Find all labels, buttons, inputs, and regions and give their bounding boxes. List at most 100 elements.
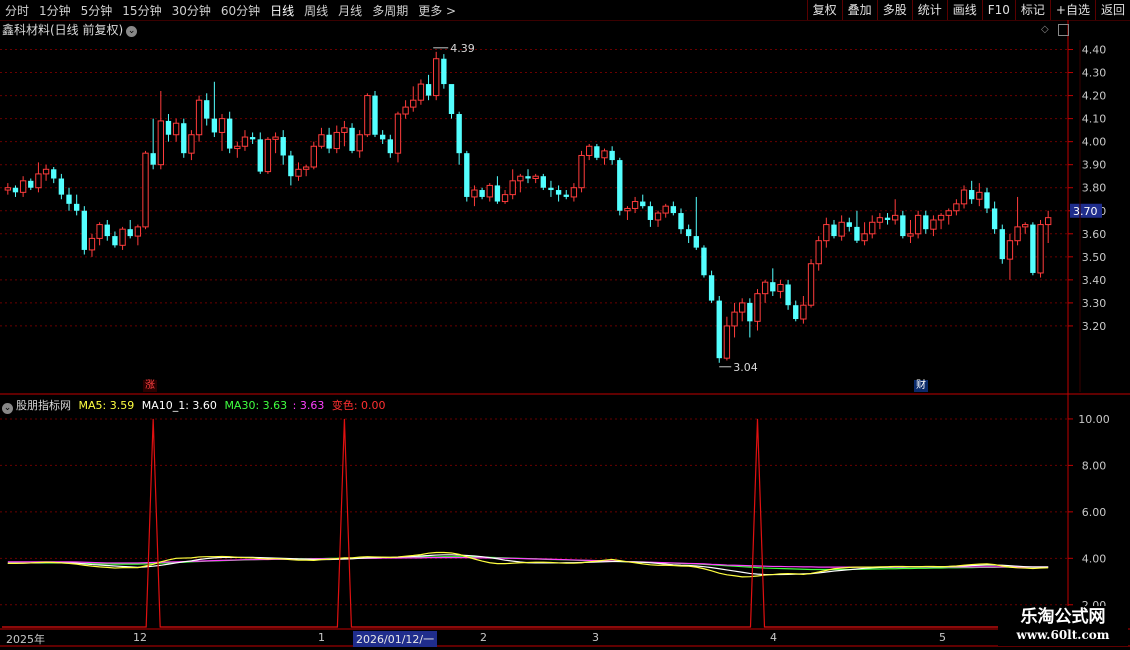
indicator-tick-label: 10.00 <box>1078 413 1110 426</box>
candle-body <box>257 139 263 172</box>
ma30-line <box>7 556 1049 571</box>
candle-body <box>379 134 386 140</box>
tab-monthly[interactable]: 月线 <box>333 2 367 19</box>
fuquan-button[interactable]: 复权 <box>806 0 842 20</box>
candle-body <box>218 118 226 133</box>
candle-body <box>241 136 249 147</box>
candle-body <box>930 219 937 230</box>
candle-body <box>586 145 593 156</box>
tab-1min[interactable]: 1分钟 <box>34 2 76 19</box>
tab-60min[interactable]: 60分钟 <box>216 2 265 19</box>
tab-15min[interactable]: 15分钟 <box>117 2 166 19</box>
tab-more[interactable]: 更多 > <box>413 2 461 19</box>
multi-stock-button[interactable]: 多股 <box>876 0 912 20</box>
candle-body <box>272 136 279 140</box>
mark-button[interactable]: 标记 <box>1014 0 1050 20</box>
candle-body <box>165 120 172 135</box>
candle-body <box>548 187 554 191</box>
candle-body <box>670 206 677 214</box>
candle-body <box>142 152 149 228</box>
chevron-down-icon[interactable]: ⌄ <box>126 26 138 37</box>
candle-body <box>540 176 546 188</box>
add-watchlist-button[interactable]: +自选 <box>1049 0 1095 20</box>
ma30-value: MA30: 3.63 <box>224 399 288 412</box>
candle-body <box>356 134 363 152</box>
candle-body <box>999 229 1005 260</box>
candle-body <box>869 221 876 235</box>
price-axis: 4.40 4.30 4.20 4.10 4.00 3.90 3.80 3.70 3.60 3.50… <box>1068 44 1110 612</box>
ma10-value: MA10_1: 3.60 <box>141 399 217 412</box>
candle-body <box>647 206 654 220</box>
kline-chart[interactable]: 4.39 3.04 4.40 4.30 4.20 4.10 4.00 3.90 3.80 3.7… <box>0 0 1130 650</box>
candle-body <box>953 203 960 212</box>
candle-body <box>601 150 608 159</box>
candle-body <box>854 226 860 241</box>
tab-weekly[interactable]: 周线 <box>299 2 333 19</box>
overlay-button[interactable]: 叠加 <box>841 0 877 20</box>
candle-body <box>104 224 110 237</box>
candle-body <box>807 263 815 306</box>
right-toolbar: 复权 叠加 多股 统计 画线 F10 标记 +自选 返回 <box>806 0 1130 20</box>
candle-body <box>204 100 210 119</box>
zhang-marker[interactable]: 涨 <box>143 380 157 392</box>
chevron-down-icon[interactable]: ⌄ <box>2 403 13 414</box>
candle-body <box>761 281 769 295</box>
candle-body <box>28 180 34 188</box>
extra-value: : 3.63 <box>292 399 325 412</box>
back-button[interactable]: 返回 <box>1094 0 1130 20</box>
candle-body <box>594 146 600 158</box>
candle-body <box>785 284 791 306</box>
cai-marker[interactable]: 财 <box>914 380 928 392</box>
stock-title-text: 鑫科材料(日线 前复权) <box>2 23 124 37</box>
statistics-button[interactable]: 统计 <box>911 0 947 20</box>
price-tick-label: 3.90 <box>1082 159 1107 172</box>
candle-body <box>234 145 241 150</box>
candle-body <box>685 229 692 237</box>
tab-multi-period[interactable]: 多周期 <box>367 2 413 19</box>
candle-body <box>976 191 983 200</box>
indicator-legend: ⌄ 股朋指标网 MA5: 3.59 MA10_1: 3.60 MA30: 3.63… <box>2 397 386 414</box>
bianse-spike-line <box>2 418 1049 628</box>
low-label: 3.04 <box>733 361 758 374</box>
candle-body <box>479 190 485 197</box>
candle-body <box>226 118 233 149</box>
price-tick-label: 4.00 <box>1082 136 1107 149</box>
candle-body <box>609 150 615 161</box>
date-label: 3 <box>592 631 599 644</box>
candle-body <box>456 114 462 154</box>
candle-body <box>150 153 156 165</box>
candle-body <box>739 302 746 313</box>
candle-body <box>876 217 884 223</box>
candle-body <box>172 122 180 136</box>
candle-body <box>570 187 578 198</box>
candle-body <box>417 83 425 101</box>
candle-body <box>716 300 722 359</box>
candle-body <box>387 139 393 154</box>
tab-fenshi[interactable]: 分时 <box>0 2 34 19</box>
draw-line-button[interactable]: 画线 <box>946 0 982 20</box>
candle-body <box>1014 226 1021 242</box>
period-tabs: 分时 1分钟 5分钟 15分钟 30分钟 60分钟 日线 周线 月线 多周期 更… <box>0 0 461 20</box>
chart-frame <box>0 20 1130 647</box>
candle-body <box>678 213 684 230</box>
stock-title[interactable]: 鑫科材料(日线 前复权) ⌄ <box>2 21 138 38</box>
candle-body <box>188 134 195 154</box>
tab-daily[interactable]: 日线 <box>265 2 299 19</box>
panel-icon[interactable] <box>1058 24 1069 36</box>
candlesticks: 4.39 3.04 <box>4 42 1052 374</box>
candle-body <box>119 228 126 246</box>
date-label: 2025年 <box>6 633 45 646</box>
candle-body <box>907 233 914 237</box>
tab-30min[interactable]: 30分钟 <box>167 2 216 19</box>
price-tick-label: 4.30 <box>1082 67 1107 80</box>
tab-5min[interactable]: 5分钟 <box>76 2 118 19</box>
indicator-name[interactable]: 股朋指标网 <box>16 399 71 412</box>
candle-body <box>517 175 524 182</box>
candle-body <box>555 190 562 195</box>
diamond-icon[interactable]: ◇ <box>1041 24 1049 35</box>
price-tick-label: 4.10 <box>1082 113 1107 126</box>
f10-button[interactable]: F10 <box>981 0 1015 20</box>
candle-body <box>51 169 57 179</box>
indicator-tick-label: 6.00 <box>1082 506 1107 519</box>
candle-body <box>861 233 868 242</box>
